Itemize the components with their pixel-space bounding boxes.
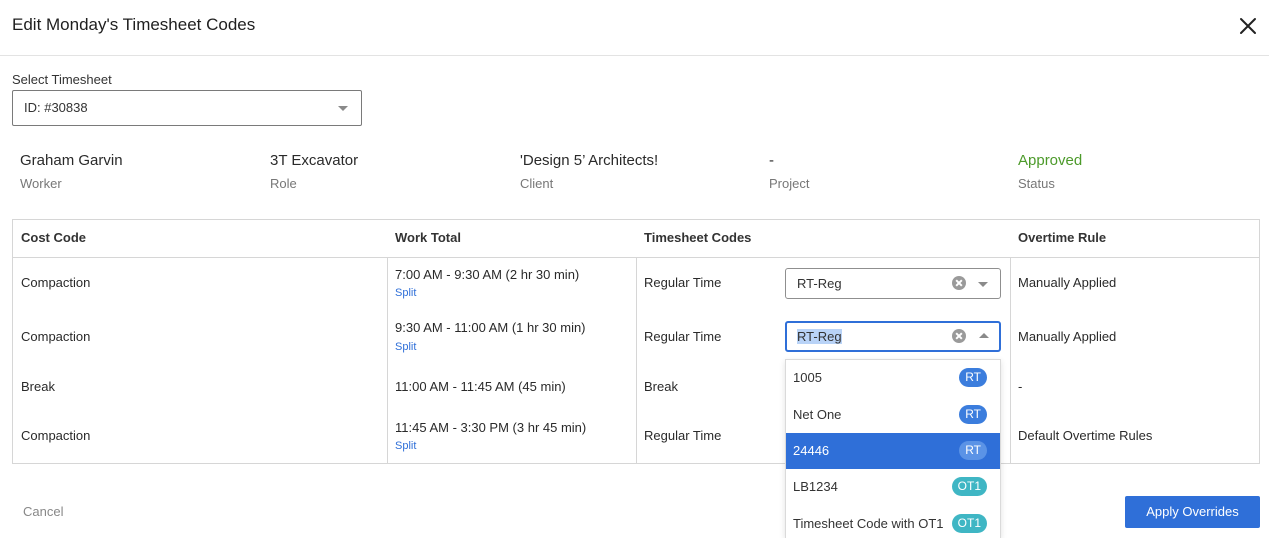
project-label: Project — [769, 176, 810, 191]
row2-code-input[interactable]: RT-Reg — [797, 329, 842, 344]
project-value: - — [769, 152, 774, 169]
column-divider — [387, 257, 388, 463]
dropdown-option[interactable]: 1005 RT — [786, 360, 1000, 396]
client-value: 'Design 5’ Architects! — [520, 152, 659, 169]
select-timesheet-dropdown[interactable]: ID: #30838 — [12, 90, 362, 126]
option-label: Timesheet Code with OT1 — [793, 516, 944, 531]
dropdown-option-selected[interactable]: 24446 RT — [786, 433, 1000, 469]
row4-work-total: 11:45 AM - 3:30 PM (3 hr 45 min) — [395, 420, 587, 435]
chevron-up-icon[interactable] — [979, 333, 989, 338]
option-label: LB1234 — [793, 479, 838, 494]
dropdown-option[interactable]: LB1234 OT1 — [786, 469, 1000, 505]
option-label: 24446 — [793, 443, 830, 458]
timesheet-code-dropdown: 1005 RT Net One RT 24446 RT LB1234 OT1 T… — [785, 359, 1001, 538]
row1-cost-code: Compaction — [21, 275, 91, 290]
cancel-button[interactable]: Cancel — [23, 504, 63, 519]
row4-cost-code: Compaction — [21, 428, 91, 443]
chevron-down-icon — [338, 106, 348, 111]
status-value: Approved — [1018, 152, 1083, 169]
row2-code-type: Regular Time — [644, 329, 722, 344]
row2-split-link[interactable]: Split — [395, 341, 416, 353]
close-icon — [1240, 18, 1256, 34]
modal-title: Edit Monday's Timesheet Codes — [12, 15, 256, 34]
row4-code-type: Regular Time — [644, 428, 722, 443]
row1-timesheet-code-select[interactable]: RT-Reg — [785, 268, 1001, 299]
row3-work-total: 11:00 AM - 11:45 AM (45 min) — [395, 379, 566, 394]
row1-overtime-rule: Manually Applied — [1018, 275, 1117, 290]
column-divider — [1010, 257, 1011, 463]
select-timesheet-value: ID: #30838 — [24, 100, 88, 115]
dropdown-option[interactable]: Net One RT — [786, 397, 1000, 433]
column-divider — [636, 257, 637, 463]
row2-timesheet-code-select[interactable]: RT-Reg — [785, 321, 1001, 352]
row1-work-total: 7:00 AM - 9:30 AM (2 hr 30 min) — [395, 267, 580, 282]
status-label: Status — [1018, 176, 1055, 191]
row1-code-value: RT-Reg — [797, 276, 842, 291]
worker-label: Worker — [20, 176, 62, 191]
dropdown-option[interactable]: Timesheet Code with OT1 OT1 — [786, 506, 1000, 538]
column-header-work-total: Work Total — [395, 230, 461, 245]
option-badge: RT — [959, 441, 987, 460]
column-header-cost-code: Cost Code — [21, 230, 86, 245]
role-label: Role — [270, 176, 297, 191]
clear-circle-icon[interactable] — [952, 276, 966, 290]
clear-circle-icon[interactable] — [952, 329, 966, 343]
option-badge: RT — [959, 368, 987, 387]
option-label: Net One — [793, 407, 842, 422]
select-timesheet-label: Select Timesheet — [12, 72, 112, 87]
option-label: 1005 — [793, 370, 822, 385]
client-label: Client — [520, 176, 554, 191]
chevron-down-icon[interactable] — [978, 282, 988, 287]
row3-cost-code: Break — [21, 379, 55, 394]
row3-code-type: Break — [644, 379, 678, 394]
worker-value: Graham Garvin — [20, 152, 123, 169]
apply-overrides-button[interactable]: Apply Overrides — [1125, 496, 1260, 528]
row2-work-total: 9:30 AM - 11:00 AM (1 hr 30 min) — [395, 320, 586, 335]
option-badge: OT1 — [951, 477, 987, 496]
option-badge: OT1 — [951, 514, 987, 533]
role-value: 3T Excavator — [270, 152, 359, 169]
row4-overtime-rule: Default Overtime Rules — [1018, 428, 1153, 443]
row1-split-link[interactable]: Split — [395, 287, 416, 299]
row4-split-link[interactable]: Split — [395, 440, 416, 452]
row2-cost-code: Compaction — [21, 329, 91, 344]
row1-code-type: Regular Time — [644, 275, 722, 290]
modal-header: Edit Monday's Timesheet Codes — [0, 0, 1269, 56]
column-header-timesheet-codes: Timesheet Codes — [644, 230, 752, 245]
close-button[interactable] — [1236, 14, 1260, 38]
row2-overtime-rule: Manually Applied — [1018, 329, 1117, 344]
option-badge: RT — [959, 405, 987, 424]
row3-overtime-rule: - — [1018, 379, 1023, 394]
timesheet-table: Cost Code Work Total Timesheet Codes Ove… — [12, 219, 1260, 464]
column-header-overtime-rule: Overtime Rule — [1018, 230, 1107, 245]
